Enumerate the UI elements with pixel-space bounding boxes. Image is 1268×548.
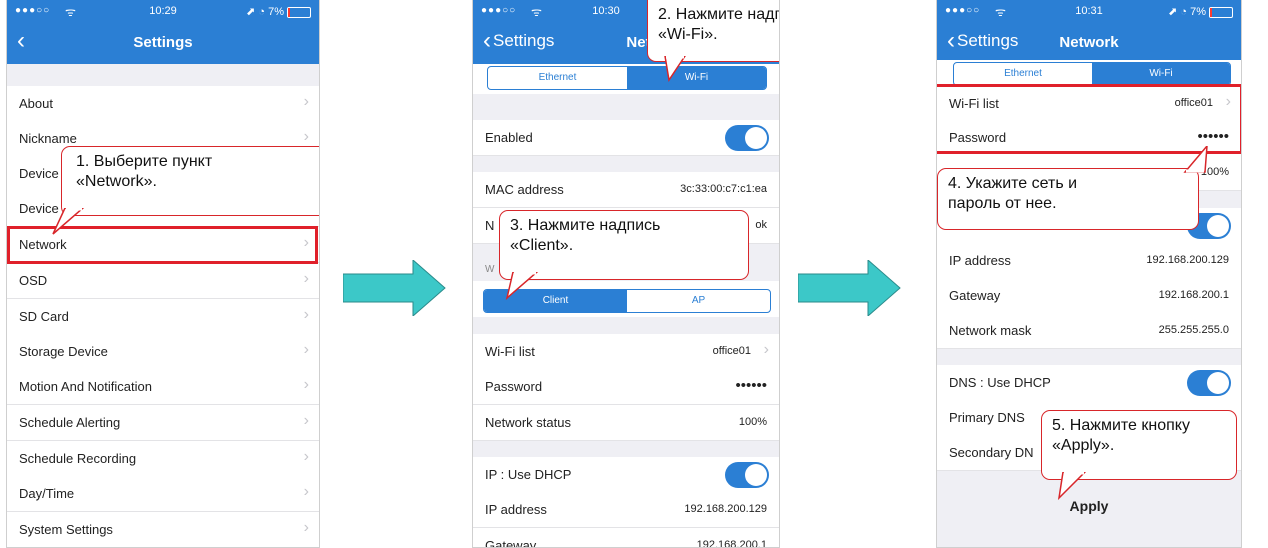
phone-settings-screen: ●●●○○ ᯤ 10:29 ⬈ ◔ 7% ‹ Settings About › N… (6, 0, 320, 548)
ip-dhcp-row: IP : Use DHCP (473, 457, 779, 493)
nav-bar: ‹Settings Network (937, 22, 1241, 64)
enabled-toggle[interactable] (725, 125, 769, 151)
dns-dhcp-row: DNS : Use DHCP (937, 365, 1241, 401)
gateway-row: Gateway 192.168.200.1 (937, 278, 1241, 314)
page-title: Settings (133, 34, 193, 51)
settings-item-system-settings[interactable]: System Settings › (7, 512, 319, 547)
battery-icon (1209, 6, 1233, 18)
section-header: W (485, 264, 495, 275)
ip-dhcp-toggle[interactable] (725, 462, 769, 488)
chevron-left-icon: ‹ (483, 27, 491, 54)
step-arrow-1 (343, 260, 446, 316)
phone-network-screen-1: ●●●○○ ᯤ 10:30 ‹Settings Network Ethernet… (472, 0, 780, 548)
callout-step-5: 5. Нажмите кнопку «Apply». (1041, 410, 1237, 480)
callout-pointer (505, 272, 539, 301)
tab-ethernet[interactable]: Ethernet (488, 67, 627, 89)
chevron-right-icon: › (303, 483, 309, 500)
phone-network-screen-2: ●●●○○ ᯤ 10:31 ⬈ ◔ 7% ‹ Settings Network E… (936, 0, 1242, 548)
settings-item-about[interactable]: About › (7, 86, 319, 122)
network-status-row: Network status 100% (473, 405, 779, 441)
tab-ethernet[interactable]: Ethernet (954, 63, 1092, 85)
ip-address-row: IP address 192.168.200.129 (473, 492, 779, 528)
chevron-right-icon: › (303, 128, 309, 145)
settings-item-osd[interactable]: OSD › (7, 263, 319, 299)
step-arrow-2 (798, 260, 901, 316)
dns-dhcp-toggle[interactable] (1187, 370, 1231, 396)
chevron-right-icon: › (303, 519, 309, 536)
nav-bar: ‹ Settings (7, 22, 319, 64)
settings-item-sd-card[interactable]: SD Card › (7, 299, 319, 335)
chevron-right-icon: › (303, 341, 309, 358)
chevron-right-icon: › (303, 270, 309, 287)
enabled-row: Enabled (473, 120, 779, 156)
settings-item-motion[interactable]: Motion And Notification › (7, 369, 319, 405)
chevron-right-icon: › (303, 306, 309, 323)
mac-address-row: MAC address 3c:33:00:c7:c1:ea (473, 172, 779, 208)
chevron-right-icon: › (303, 376, 309, 393)
connection-type-segment: Ethernet Wi-Fi (953, 62, 1231, 86)
tab-wifi[interactable]: Wi-Fi (627, 67, 766, 89)
settings-item-storage-device[interactable]: Storage Device › (7, 334, 319, 370)
chevron-right-icon: › (763, 341, 769, 358)
highlight-wifi-credentials (937, 84, 1241, 154)
battery-status: ⬈ ◔ 7% (1168, 5, 1233, 18)
chevron-right-icon: › (303, 412, 309, 429)
chevron-right-icon: › (303, 93, 309, 110)
settings-item-schedule-recording[interactable]: Schedule Recording › (7, 441, 319, 477)
settings-item-day-time[interactable]: Day/Time › (7, 476, 319, 512)
callout-pointer (1183, 146, 1208, 173)
tab-ap[interactable]: AP (627, 290, 770, 312)
callout-pointer (1057, 472, 1087, 501)
tab-wifi[interactable]: Wi-Fi (1092, 63, 1230, 85)
battery-icon (287, 6, 311, 18)
callout-step-1: 1. Выберите пункт «Network». (61, 146, 319, 216)
gateway-row: Gateway 192.168.200.1 (473, 528, 779, 547)
connection-type-segment: Ethernet Wi-Fi (487, 66, 767, 90)
network-mask-row: Network mask 255.255.255.0 (937, 313, 1241, 349)
page-title: Network (1059, 34, 1119, 51)
callout-step-3: 3. Нажмите надпись «Client». (499, 210, 749, 280)
callout-pointer (664, 56, 686, 82)
status-bar: ●●●○○ ᯤ 10:29 ⬈ ◔ 7% (7, 0, 319, 22)
status-bar: ●●●○○ ᯤ 10:31 ⬈ ◔ 7% (937, 0, 1241, 22)
ip-address-row: IP address 192.168.200.129 (937, 243, 1241, 279)
chevron-right-icon: › (303, 448, 309, 465)
wifi-list-row[interactable]: Wi-Fi list office01 › (473, 334, 779, 370)
callout-step-4: 4. Укажите сеть и пароль от нее. (937, 168, 1199, 230)
callout-pointer (52, 208, 85, 235)
password-row[interactable]: Password •••••• (473, 369, 779, 405)
battery-status: ⬈ ◔ 7% (246, 5, 311, 18)
callout-step-2: 2. Нажмите надпись «Wi-Fi». (647, 0, 779, 62)
settings-item-schedule-alerting[interactable]: Schedule Alerting › (7, 405, 319, 441)
